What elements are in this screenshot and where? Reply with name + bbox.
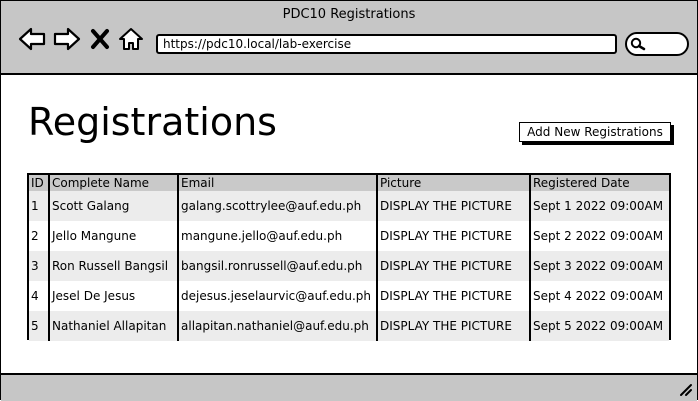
cell-date: Sept 5 2022 09:00AM (530, 311, 669, 341)
cell-name: Ron Russell Bangsil (49, 251, 179, 281)
table-row[interactable]: 4 Jesel De Jesus dejesus.jeselaurvic@auf… (29, 281, 669, 311)
cell-date: Sept 4 2022 09:00AM (530, 281, 669, 311)
cell-name: Nathaniel Allapitan (49, 311, 179, 341)
table-row[interactable]: 1 Scott Galang galang.scottrylee@auf.edu… (29, 191, 669, 221)
cell-picture: DISPLAY THE PICTURE (377, 221, 531, 251)
cell-id: 5 (29, 311, 50, 341)
cell-date: Sept 2 2022 09:00AM (530, 221, 669, 251)
home-icon[interactable] (117, 25, 145, 53)
search-icon (630, 37, 646, 51)
column-header-email: Email (178, 175, 378, 191)
registrations-table: ID Complete Name Email Picture Registere… (27, 173, 671, 341)
address-bar[interactable]: https://pdc10.local/lab-exercise (156, 34, 617, 54)
cell-name: Scott Galang (49, 191, 179, 221)
cell-name: Jello Mangune (49, 221, 179, 251)
cell-id: 1 (29, 191, 50, 221)
cell-picture: DISPLAY THE PICTURE (377, 281, 531, 311)
table-row[interactable]: 2 Jello Mangune mangune.jello@auf.edu.ph… (29, 221, 669, 251)
browser-window: PDC10 Registrations https://pdc10.local/… (0, 0, 698, 401)
window-title: PDC10 Registrations (282, 7, 416, 22)
status-bar (1, 373, 697, 401)
browser-chrome: PDC10 Registrations https://pdc10.local/… (1, 1, 697, 75)
cell-picture: DISPLAY THE PICTURE (377, 191, 531, 221)
cell-id: 3 (29, 251, 50, 281)
forward-arrow-icon[interactable] (52, 25, 82, 53)
page-title: Registrations (28, 100, 277, 144)
cell-email: dejesus.jeselaurvic@auf.edu.ph (178, 281, 378, 311)
column-header-date: Registered Date (530, 175, 669, 191)
cell-email: allapitan.nathaniel@auf.edu.ph (178, 311, 378, 341)
add-new-registration-button[interactable]: Add New Registrations (519, 122, 671, 142)
table-header-row: ID Complete Name Email Picture Registere… (29, 175, 669, 191)
column-header-picture: Picture (377, 175, 531, 191)
resize-grip-icon[interactable] (677, 381, 693, 397)
cell-date: Sept 1 2022 09:00AM (530, 191, 669, 221)
cell-email: galang.scottrylee@auf.edu.ph (178, 191, 378, 221)
column-header-name: Complete Name (49, 175, 179, 191)
close-icon[interactable] (88, 25, 112, 53)
cell-id: 2 (29, 221, 50, 251)
table-row[interactable]: 3 Ron Russell Bangsil bangsil.ronrussell… (29, 251, 669, 281)
cell-picture: DISPLAY THE PICTURE (377, 311, 531, 341)
search-input[interactable] (625, 32, 689, 56)
cell-email: mangune.jello@auf.edu.ph (178, 221, 378, 251)
column-header-id: ID (29, 175, 50, 191)
back-arrow-icon[interactable] (17, 25, 47, 53)
cell-id: 4 (29, 281, 50, 311)
cell-date: Sept 3 2022 09:00AM (530, 251, 669, 281)
cell-name: Jesel De Jesus (49, 281, 179, 311)
cell-picture: DISPLAY THE PICTURE (377, 251, 531, 281)
cell-email: bangsil.ronrussell@auf.edu.ph (178, 251, 378, 281)
table-row[interactable]: 5 Nathaniel Allapitan allapitan.nathanie… (29, 311, 669, 341)
